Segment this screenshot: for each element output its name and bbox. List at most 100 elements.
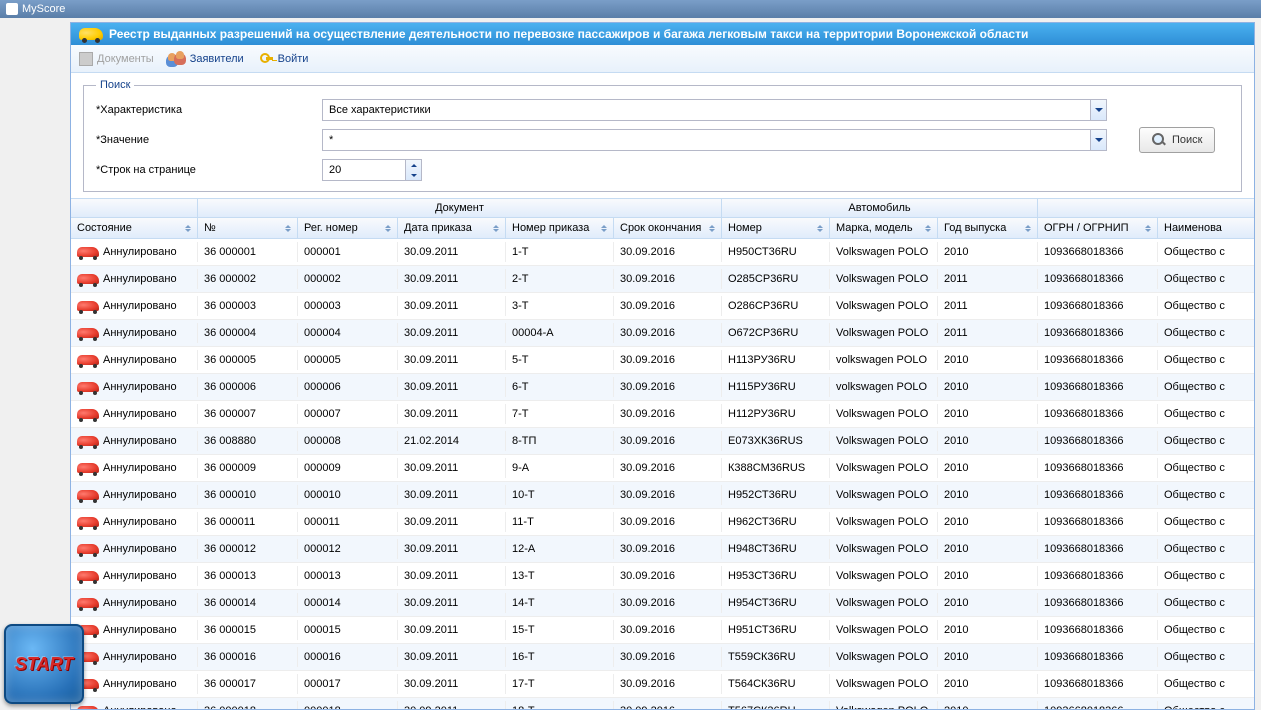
search-button[interactable]: Поиск (1139, 127, 1215, 153)
cell-ogrn: 1093668018366 (1038, 458, 1158, 478)
car-red-icon (77, 409, 99, 419)
col-model[interactable]: Марка, модель (830, 218, 938, 238)
cell-pno: 3-T (506, 296, 614, 316)
cell-date: 30.09.2011 (398, 377, 506, 397)
col-end[interactable]: Срок окончания (614, 218, 722, 238)
cell-ogrn: 1093668018366 (1038, 296, 1158, 316)
cell-status: Аннулировано (71, 269, 198, 289)
cell-model: Volkswagen POLO (830, 539, 938, 559)
table-row[interactable]: Аннулировано36 00000100000130.09.20111-T… (71, 239, 1254, 266)
cell-end: 30.09.2016 (614, 485, 722, 505)
cell-pno: 11-T (506, 512, 614, 532)
dropdown-trigger-icon[interactable] (1090, 129, 1107, 151)
cell-end: 30.09.2016 (614, 512, 722, 532)
cell-ogrn: 1093668018366 (1038, 512, 1158, 532)
spinner-down-icon[interactable] (406, 170, 421, 180)
table-row[interactable]: Аннулировано36 00000900000930.09.20119-А… (71, 455, 1254, 482)
group-document: Документ (198, 199, 722, 217)
cell-year: 2010 (938, 539, 1038, 559)
cell-no: 36 000009 (198, 458, 298, 478)
table-row[interactable]: Аннулировано36 00000700000730.09.20117-T… (71, 401, 1254, 428)
col-number[interactable]: № (198, 218, 298, 238)
cell-ogrn: 1093668018366 (1038, 242, 1158, 262)
cell-year: 2010 (938, 377, 1038, 397)
cell-date: 30.09.2011 (398, 566, 506, 586)
toolbar-documents[interactable]: Документы (79, 52, 154, 66)
value-input[interactable] (322, 129, 1090, 151)
cell-model: Volkswagen POLO (830, 458, 938, 478)
cell-date: 30.09.2011 (398, 323, 506, 343)
table-row[interactable]: Аннулировано36 00000300000330.09.20113-T… (71, 293, 1254, 320)
col-year[interactable]: Год выпуска (938, 218, 1038, 238)
cell-name: Общество с (1158, 512, 1253, 532)
table-row[interactable]: Аннулировано36 00888000000821.02.20148-Т… (71, 428, 1254, 455)
table-row[interactable]: Аннулировано36 00001700001730.09.201117-… (71, 671, 1254, 698)
rows-label: *Строк на странице (96, 164, 314, 176)
cell-num: Н952СТ36RU (722, 485, 830, 505)
table-row[interactable]: Аннулировано36 00001400001430.09.201114-… (71, 590, 1254, 617)
dropdown-trigger-icon[interactable] (1090, 99, 1107, 121)
table-row[interactable]: Аннулировано36 00001600001630.09.201116-… (71, 644, 1254, 671)
cell-no: 36 000018 (198, 701, 298, 710)
toolbar-login[interactable]: Войти (258, 51, 309, 67)
cell-end: 30.09.2016 (614, 674, 722, 694)
key-icon (258, 51, 274, 67)
cell-model: Volkswagen POLO (830, 404, 938, 424)
cell-year: 2011 (938, 323, 1038, 343)
rows-spinner[interactable] (322, 159, 422, 181)
car-red-icon (77, 247, 99, 257)
cell-pno: 1-T (506, 242, 614, 262)
sort-icon (285, 225, 291, 232)
sort-icon (925, 225, 931, 232)
cell-name: Общество с (1158, 431, 1253, 451)
cell-num: Н954СТ36RU (722, 593, 830, 613)
spinner-up-icon[interactable] (406, 160, 421, 170)
table-row[interactable]: Аннулировано36 00001500001530.09.201115-… (71, 617, 1254, 644)
search-fieldset: Поиск *Характеристика *Значение Поиск *С… (83, 79, 1242, 192)
cell-name: Общество с (1158, 404, 1253, 424)
table-row[interactable]: Аннулировано36 00001300001330.09.201113-… (71, 563, 1254, 590)
characteristic-select[interactable] (322, 99, 1107, 121)
toolbar-applicants[interactable]: Заявители (168, 51, 244, 67)
table-row[interactable]: Аннулировано36 00001800001830.09.201118-… (71, 698, 1254, 710)
cell-year: 2010 (938, 485, 1038, 505)
cell-no: 36 000004 (198, 323, 298, 343)
cell-reg: 000007 (298, 404, 398, 424)
cell-model: volkswagen POLO (830, 377, 938, 397)
start-button[interactable]: START (4, 624, 84, 704)
col-date[interactable]: Дата приказа (398, 218, 506, 238)
rows-input[interactable] (322, 159, 405, 181)
table-row[interactable]: Аннулировано36 00000400000430.09.2011000… (71, 320, 1254, 347)
car-red-icon (77, 328, 99, 338)
cell-reg: 000012 (298, 539, 398, 559)
cell-end: 30.09.2016 (614, 593, 722, 613)
characteristic-row: *Характеристика (96, 99, 1229, 121)
cell-reg: 000018 (298, 701, 398, 710)
cell-pno: 10-T (506, 485, 614, 505)
col-pno[interactable]: Номер приказа (506, 218, 614, 238)
table-row[interactable]: Аннулировано36 00001200001230.09.201112-… (71, 536, 1254, 563)
col-ogrn[interactable]: ОГРН / ОГРНИП (1038, 218, 1158, 238)
cell-year: 2011 (938, 296, 1038, 316)
col-name[interactable]: Наименова (1158, 218, 1253, 238)
table-row[interactable]: Аннулировано36 00000600000630.09.20116-T… (71, 374, 1254, 401)
col-status[interactable]: Состояние (71, 218, 198, 238)
cell-no: 36 000002 (198, 269, 298, 289)
table-row[interactable]: Аннулировано36 00000500000530.09.20115-T… (71, 347, 1254, 374)
cell-reg: 000008 (298, 431, 398, 451)
window-title: MyScore (22, 0, 65, 18)
cell-model: Volkswagen POLO (830, 323, 938, 343)
cell-pno: 13-T (506, 566, 614, 586)
table-row[interactable]: Аннулировано36 00001000001030.09.201110-… (71, 482, 1254, 509)
spinner-trigger[interactable] (405, 159, 422, 181)
table-row[interactable]: Аннулировано36 00000200000230.09.20112-T… (71, 266, 1254, 293)
value-select[interactable] (322, 129, 1107, 151)
cell-status: Аннулировано (71, 512, 198, 532)
cell-name: Общество с (1158, 350, 1253, 370)
table-row[interactable]: Аннулировано36 00001100001130.09.201111-… (71, 509, 1254, 536)
col-num[interactable]: Номер (722, 218, 830, 238)
cell-no: 36 008880 (198, 431, 298, 451)
cell-reg: 000016 (298, 647, 398, 667)
col-reg[interactable]: Рег. номер (298, 218, 398, 238)
characteristic-input[interactable] (322, 99, 1090, 121)
